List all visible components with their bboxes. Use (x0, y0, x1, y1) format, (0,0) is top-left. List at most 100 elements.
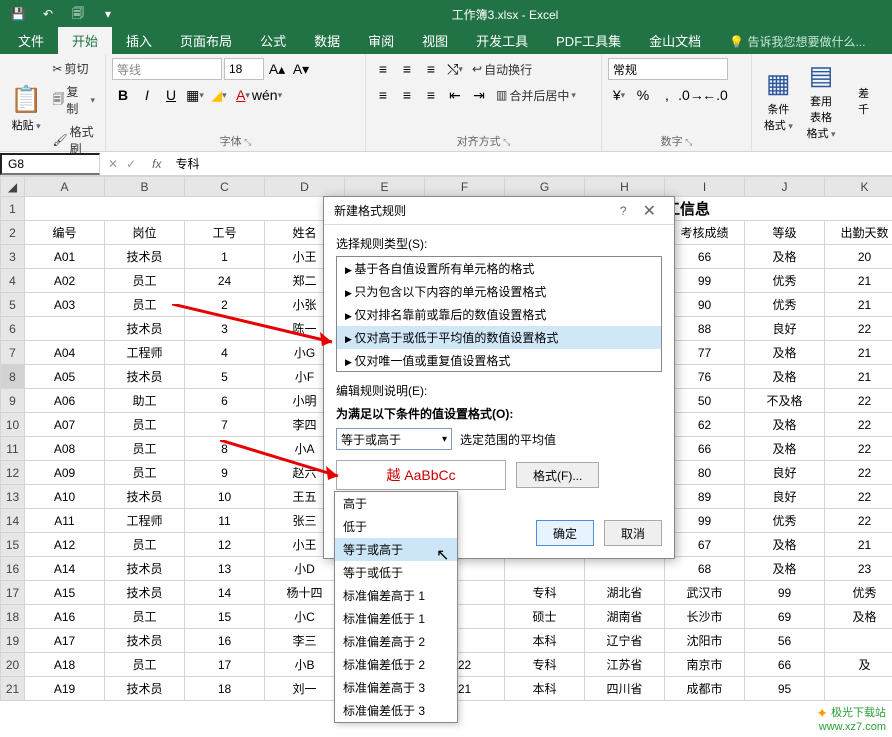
condition-dropdown-list[interactable]: 高于 低于 等于或高于 等于或低于 标准偏差高于 1 标准偏差低于 1 标准偏差… (334, 491, 458, 723)
rule-type-list[interactable]: 基于各自值设置所有单元格的格式 只为包含以下内容的单元格设置格式 仅对排名靠前或… (336, 256, 662, 372)
dropdown-option[interactable]: 高于 (335, 492, 457, 515)
decrease-decimal-icon[interactable]: ←.0 (704, 84, 726, 106)
format-button[interactable]: 格式(F)... (516, 462, 599, 488)
cell[interactable]: 21 (825, 269, 892, 293)
row-head[interactable]: 5 (1, 293, 25, 317)
cell[interactable]: 21 (825, 365, 892, 389)
dialog-help-icon[interactable]: ? (612, 204, 635, 218)
cell[interactable]: 3 (185, 317, 265, 341)
cell[interactable]: 80 (665, 461, 745, 485)
row-head[interactable]: 4 (1, 269, 25, 293)
cell[interactable]: A07 (25, 413, 105, 437)
currency-icon[interactable]: ¥ (608, 84, 630, 106)
cell[interactable]: 不及格 (745, 389, 825, 413)
fill-color-button[interactable]: ◢ (208, 84, 230, 106)
conditional-format-button[interactable]: ▦ 条件格式 (758, 66, 799, 135)
row-head[interactable]: 15 (1, 533, 25, 557)
table-format-button[interactable]: ▤ 套用 表格格式 (801, 58, 842, 143)
cell[interactable]: A01 (25, 245, 105, 269)
cell[interactable]: 优秀 (825, 581, 892, 605)
formula-cancel-icon[interactable]: ✕ (108, 157, 118, 171)
tab-formulas[interactable]: 公式 (246, 27, 300, 54)
cell-styles-button[interactable]: 差 千 (843, 83, 884, 119)
rule-type-item[interactable]: 仅对唯一值或重复值设置格式 (337, 349, 661, 372)
font-color-button[interactable]: A (232, 84, 254, 106)
cell[interactable]: 李三 (265, 629, 345, 653)
cell[interactable]: 及格 (745, 365, 825, 389)
rule-type-item-selected[interactable]: 仅对高于或低于平均值的数值设置格式 (337, 326, 661, 349)
align-top-icon[interactable]: ≡ (372, 58, 394, 80)
cell[interactable]: 工程师 (105, 509, 185, 533)
cell[interactable] (505, 557, 585, 581)
cell[interactable]: 江苏省 (585, 653, 665, 677)
cell[interactable]: 9 (185, 461, 265, 485)
cell[interactable]: 15 (185, 605, 265, 629)
cell[interactable]: A02 (25, 269, 105, 293)
cell[interactable]: 成都市 (665, 677, 745, 701)
cell[interactable]: A15 (25, 581, 105, 605)
align-center-icon[interactable]: ≡ (396, 84, 418, 106)
cell[interactable]: 21 (825, 341, 892, 365)
cell[interactable]: 23 (825, 557, 892, 581)
cell[interactable]: 优秀 (745, 293, 825, 317)
merge-center-button[interactable]: ▥合并后居中 (492, 85, 580, 106)
cell[interactable]: A14 (25, 557, 105, 581)
cell[interactable]: 62 (665, 413, 745, 437)
cell[interactable]: 长沙市 (665, 605, 745, 629)
row-head-1[interactable]: 1 (1, 197, 25, 221)
col-K[interactable]: K (825, 177, 892, 197)
cell[interactable]: 66 (665, 437, 745, 461)
row-head[interactable]: 19 (1, 629, 25, 653)
cell[interactable]: 湖南省 (585, 605, 665, 629)
cell[interactable]: 刘一 (265, 677, 345, 701)
cell[interactable]: A09 (25, 461, 105, 485)
align-bottom-icon[interactable]: ≡ (420, 58, 442, 80)
cell[interactable]: 小D (265, 557, 345, 581)
rule-type-item[interactable]: 只为包含以下内容的单元格设置格式 (337, 280, 661, 303)
cell[interactable]: 5 (185, 365, 265, 389)
tab-pdf[interactable]: PDF工具集 (542, 27, 635, 54)
cell[interactable]: 24 (185, 269, 265, 293)
cell[interactable]: A18 (25, 653, 105, 677)
cell[interactable]: 99 (665, 509, 745, 533)
col-A[interactable]: A (25, 177, 105, 197)
cell[interactable]: 小B (265, 653, 345, 677)
cell[interactable]: 11 (185, 509, 265, 533)
cell[interactable]: A03 (25, 293, 105, 317)
cell[interactable]: 90 (665, 293, 745, 317)
row-head[interactable]: 13 (1, 485, 25, 509)
dropdown-option[interactable]: 标准偏差高于 2 (335, 630, 457, 653)
cell[interactable]: 员工 (105, 269, 185, 293)
cell[interactable]: A12 (25, 533, 105, 557)
cell[interactable]: 辽宁省 (585, 629, 665, 653)
tab-data[interactable]: 数据 (300, 27, 354, 54)
row-head[interactable]: 9 (1, 389, 25, 413)
cell[interactable]: 员工 (105, 461, 185, 485)
col-H[interactable]: H (585, 177, 665, 197)
undo-icon[interactable]: ↶ (34, 2, 62, 26)
row-head[interactable]: 11 (1, 437, 25, 461)
row-head-2[interactable]: 2 (1, 221, 25, 245)
number-format-select[interactable] (608, 58, 728, 80)
border-button[interactable]: ▦ (184, 84, 206, 106)
rule-type-item[interactable]: 基于各自值设置所有单元格的格式 (337, 257, 661, 280)
col-C[interactable]: C (185, 177, 265, 197)
row-head[interactable]: 14 (1, 509, 25, 533)
cell[interactable]: 专科 (505, 581, 585, 605)
dropdown-option[interactable]: 标准偏差高于 3 (335, 676, 457, 699)
row-head[interactable]: 20 (1, 653, 25, 677)
cell[interactable]: 及格 (745, 341, 825, 365)
cell[interactable]: 13 (185, 557, 265, 581)
underline-button[interactable]: U (160, 84, 182, 106)
cell[interactable]: 22 (825, 389, 892, 413)
col-F[interactable]: F (425, 177, 505, 197)
ok-button[interactable]: 确定 (536, 520, 594, 546)
increase-font-icon[interactable]: A▴ (266, 58, 288, 80)
cell[interactable]: 4 (185, 341, 265, 365)
cell[interactable]: 22 (825, 317, 892, 341)
repeat-icon[interactable]: 🗐 (64, 2, 92, 26)
cell[interactable]: 沈阳市 (665, 629, 745, 653)
cell[interactable]: 员工 (105, 605, 185, 629)
align-left-icon[interactable]: ≡ (372, 84, 394, 106)
cell[interactable]: 6 (185, 389, 265, 413)
